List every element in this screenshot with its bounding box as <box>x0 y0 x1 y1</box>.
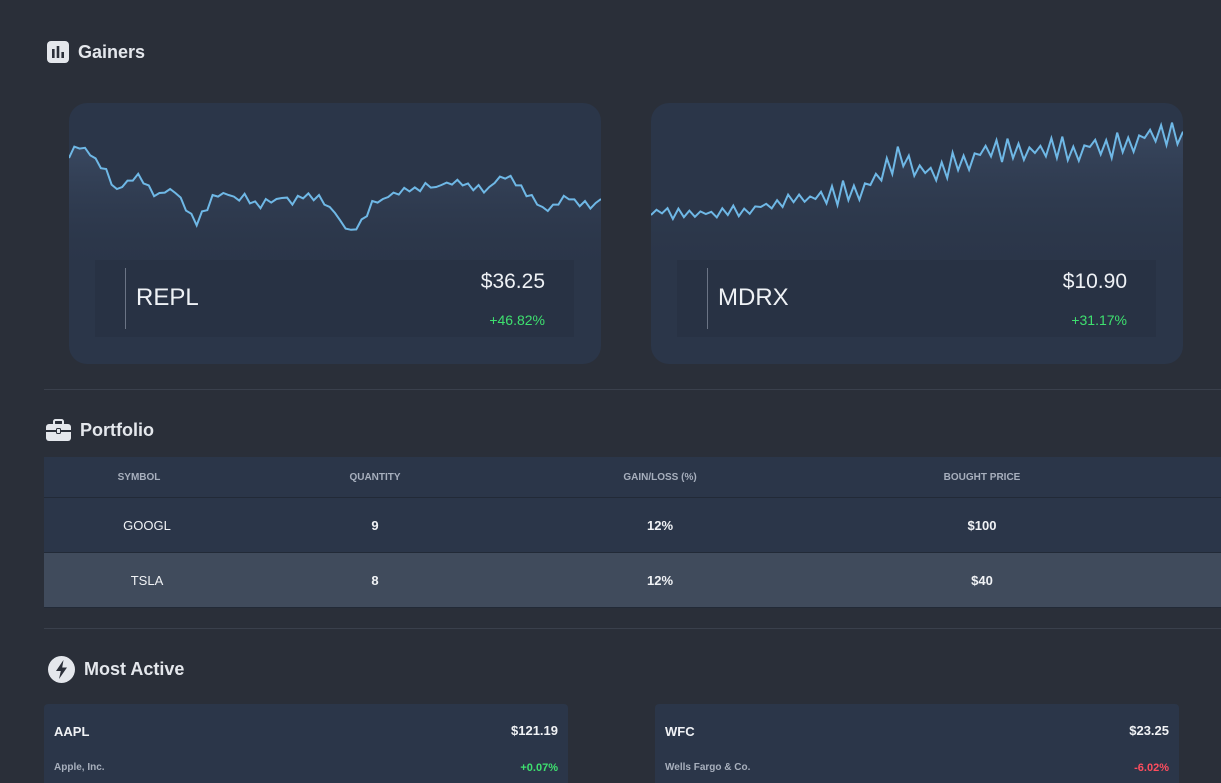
gainer-change: +31.17% <box>1071 312 1127 328</box>
gainer-change: +46.82% <box>489 312 545 328</box>
column-header-gain-loss[interactable]: GAIN/LOSS (%) <box>623 457 696 498</box>
active-card-aapl[interactable]: AAPL $121.19 Apple, Inc. +0.07% <box>44 704 568 783</box>
cell-quantity: 9 <box>371 518 379 533</box>
portfolio-title: Portfolio <box>80 419 154 440</box>
table-header-row: SYMBOL QUANTITY GAIN/LOSS (%) BOUGHT PRI… <box>44 457 1221 498</box>
gainers-header: Gainers <box>47 41 145 63</box>
portfolio-header: Portfolio <box>46 419 154 441</box>
section-divider <box>44 628 1221 629</box>
most-active-header: Most Active <box>48 656 184 683</box>
cell-gain-loss: 12% <box>646 518 674 533</box>
column-header-bought-price[interactable]: BOUGHT PRICE <box>944 457 1021 498</box>
active-symbol: WFC <box>665 724 695 739</box>
portfolio-table: SYMBOL QUANTITY GAIN/LOSS (%) BOUGHT PRI… <box>44 457 1221 608</box>
table-row[interactable]: GOOGL 9 12% $100 <box>44 498 1221 553</box>
active-symbol: AAPL <box>54 724 90 739</box>
gainers-title: Gainers <box>78 41 146 62</box>
sparkline-chart <box>651 121 1183 273</box>
section-divider <box>44 389 1221 390</box>
cell-gain-loss: 12% <box>646 573 674 588</box>
cell-symbol: GOOGL <box>123 518 171 533</box>
divider-bar <box>125 268 126 329</box>
active-change: +0.07% <box>520 762 558 774</box>
briefcase-icon <box>46 419 71 441</box>
active-price: $121.19 <box>511 723 558 738</box>
active-change: -6.02% <box>1134 762 1169 774</box>
active-company-name: Apple, Inc. <box>54 762 105 773</box>
active-card-wfc[interactable]: WFC $23.25 Wells Fargo & Co. -6.02% <box>655 704 1179 783</box>
most-active-title: Most Active <box>84 659 185 679</box>
gainer-price: $36.25 <box>480 270 545 293</box>
gainer-symbol: MDRX <box>718 284 789 311</box>
active-price: $23.25 <box>1129 723 1169 738</box>
lightning-icon <box>48 656 75 683</box>
gainer-symbol: REPL <box>136 284 199 311</box>
sparkline-chart <box>69 145 601 273</box>
active-company-name: Wells Fargo & Co. <box>665 762 751 773</box>
column-header-quantity[interactable]: QUANTITY <box>349 457 400 498</box>
column-header-symbol[interactable]: SYMBOL <box>118 457 161 498</box>
gainer-price: $10.90 <box>1062 270 1127 293</box>
cell-quantity: 8 <box>371 573 379 588</box>
cell-bought-price: $40 <box>971 573 993 588</box>
gainer-card-mdrx[interactable]: MDRX $10.90 +31.17% <box>651 103 1183 364</box>
cell-bought-price: $100 <box>967 518 997 533</box>
bar-chart-icon <box>47 41 69 63</box>
gainer-info-panel: MDRX $10.90 +31.17% <box>677 260 1156 337</box>
table-row[interactable]: TSLA 8 12% $40 <box>44 553 1221 608</box>
gainer-card-repl[interactable]: REPL $36.25 +46.82% <box>69 103 601 364</box>
divider-bar <box>707 268 708 329</box>
cell-symbol: TSLA <box>130 573 164 588</box>
gainer-info-panel: REPL $36.25 +46.82% <box>95 260 574 337</box>
